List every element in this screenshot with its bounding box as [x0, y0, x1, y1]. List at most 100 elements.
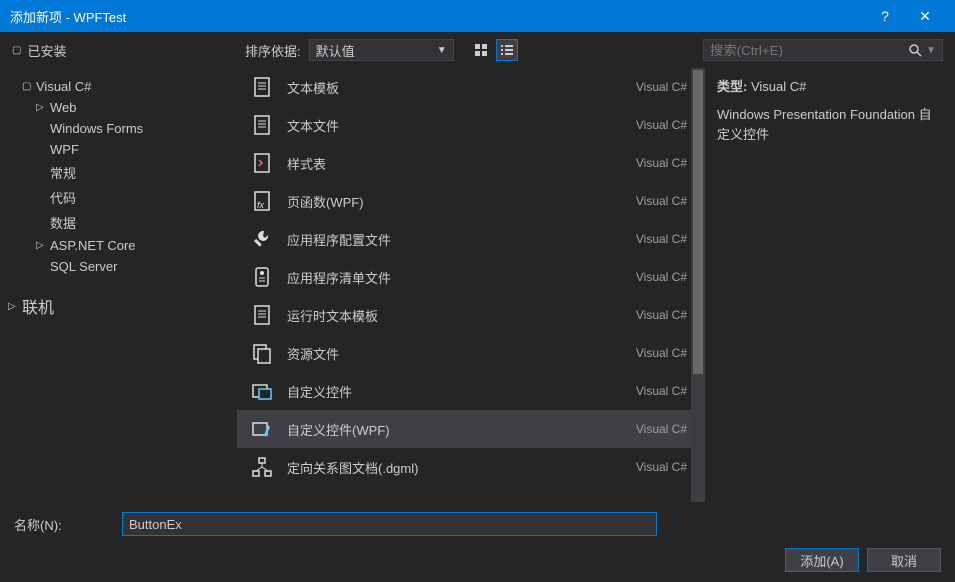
name-input[interactable]: [122, 512, 657, 536]
template-item[interactable]: 样式表 Visual C#: [237, 144, 699, 182]
tree-item[interactable]: 数据: [8, 210, 229, 235]
template-language: Visual C#: [636, 422, 687, 436]
template-item[interactable]: 自定义控件 Visual C#: [237, 372, 699, 410]
online-heading[interactable]: ▷ 联机: [8, 291, 229, 321]
tree-item[interactable]: 代码: [8, 185, 229, 210]
template-language: Visual C#: [636, 270, 687, 284]
search-input[interactable]: [710, 43, 908, 58]
tree-label: Web: [50, 100, 77, 115]
search-box[interactable]: ▼: [703, 39, 943, 61]
online-label: 联机: [22, 294, 54, 318]
template-name: 文本文件: [287, 116, 624, 135]
template-item[interactable]: 运行时文本模板 Visual C#: [237, 296, 699, 334]
installed-label: 已安装: [27, 41, 66, 60]
template-language: Visual C#: [636, 346, 687, 360]
template-item[interactable]: 应用程序配置文件 Visual C#: [237, 220, 699, 258]
template-item[interactable]: 资源文件Visual C#: [237, 334, 699, 372]
template-item[interactable]: fx页函数(WPF)Visual C#: [237, 182, 699, 220]
installed-heading[interactable]: ▢ 已安装: [12, 41, 237, 60]
fx-icon: fx: [249, 188, 275, 214]
custom-icon: [249, 378, 275, 404]
copy-icon: [249, 340, 275, 366]
template-name: 应用程序清单文件: [287, 268, 624, 287]
scrollbar[interactable]: [691, 68, 705, 502]
add-button[interactable]: 添加(A): [785, 548, 859, 572]
template-language: Visual C#: [636, 80, 687, 94]
template-language: Visual C#: [636, 156, 687, 170]
template-name: 文本模板: [287, 78, 624, 97]
grid-icon: [474, 43, 488, 57]
template-item[interactable]: 文本文件 Visual C#: [237, 106, 699, 144]
tree-item[interactable]: ▷ASP.NET Core: [8, 235, 229, 256]
help-button[interactable]: ?: [865, 8, 905, 24]
sort-dropdown[interactable]: 默认值 ▼: [309, 39, 454, 61]
template-item[interactable]: 自定义控件(WPF)Visual C#: [237, 410, 699, 448]
template-name: 应用程序配置文件: [287, 230, 624, 249]
template-item[interactable]: 定向关系图文档(.dgml) Visual C#: [237, 448, 699, 486]
doc-icon: [249, 112, 275, 138]
bottom-bar: 名称(N): 添加(A) 取消: [0, 502, 955, 582]
titlebar: 添加新项 - WPFTest ? ✕: [0, 0, 955, 32]
tree-item[interactable]: ▢Visual C#: [8, 76, 229, 97]
grid-view-button[interactable]: [470, 39, 492, 61]
manifest-icon: [249, 264, 275, 290]
svg-text:fx: fx: [257, 200, 265, 210]
graph-icon: [249, 454, 275, 480]
list-view-button[interactable]: [496, 39, 518, 61]
template-name: 运行时文本模板: [287, 306, 624, 325]
header-row: ▢ 已安装 排序依据: 默认值 ▼: [0, 32, 955, 68]
scroll-thumb[interactable]: [693, 70, 703, 374]
tree-label: Windows Forms: [50, 121, 143, 136]
view-toggle: [470, 39, 518, 61]
template-language: Visual C#: [636, 232, 687, 246]
preview-pane: 类型: Visual C# Windows Presentation Found…: [705, 68, 955, 502]
template-pane: 文本模板 Visual C# 文本文件 Visual C# 样式表 Visual C# fx…: [237, 68, 705, 502]
window-title: 添加新项 - WPFTest: [10, 7, 865, 26]
template-name: 样式表: [287, 154, 624, 173]
chevron-down-icon: ▢: [22, 81, 36, 92]
close-button[interactable]: ✕: [905, 8, 945, 25]
tree-label: ASP.NET Core: [50, 238, 136, 253]
tree-item[interactable]: 常规: [8, 160, 229, 185]
type-line: 类型: Visual C#: [717, 76, 943, 95]
sort-value: 默认值: [316, 41, 355, 60]
doc-icon: [249, 302, 275, 328]
chevron-down-icon: ▢: [12, 45, 21, 56]
sort-label: 排序依据:: [245, 41, 301, 60]
tree-label: WPF: [50, 142, 79, 157]
type-label: 类型:: [717, 79, 747, 94]
content-area: ▢Visual C#▷WebWindows FormsWPF常规代码数据▷ASP…: [0, 68, 955, 502]
template-language: Visual C#: [636, 308, 687, 322]
chevron-down-icon: ▼: [437, 45, 447, 56]
category-tree: ▢Visual C#▷WebWindows FormsWPF常规代码数据▷ASP…: [0, 68, 237, 502]
tree-item[interactable]: Windows Forms: [8, 118, 229, 139]
tree-label: 常规: [50, 163, 76, 182]
template-name: 自定义控件: [287, 382, 624, 401]
doc-icon: [249, 74, 275, 100]
customwpf-icon: [249, 416, 275, 442]
tree-item[interactable]: WPF: [8, 139, 229, 160]
name-label: 名称(N):: [14, 515, 114, 534]
template-language: Visual C#: [636, 384, 687, 398]
type-value: Visual C#: [751, 79, 806, 94]
button-row: 添加(A) 取消: [14, 548, 941, 572]
template-language: Visual C#: [636, 118, 687, 132]
tree-label: Visual C#: [36, 79, 91, 94]
template-name: 定向关系图文档(.dgml): [287, 458, 624, 477]
template-item[interactable]: 文本模板 Visual C#: [237, 68, 699, 106]
cancel-button[interactable]: 取消: [867, 548, 941, 572]
tree-label: 数据: [50, 213, 76, 232]
wrench-icon: [249, 226, 275, 252]
search-dropdown-icon[interactable]: ▼: [926, 45, 936, 56]
list-icon: [500, 43, 514, 57]
search-icon: [908, 43, 922, 57]
dialog-body: ▢ 已安装 排序依据: 默认值 ▼: [0, 32, 955, 582]
tree-item[interactable]: SQL Server: [8, 256, 229, 277]
style-icon: [249, 150, 275, 176]
name-row: 名称(N):: [14, 512, 941, 536]
template-language: Visual C#: [636, 460, 687, 474]
template-item[interactable]: 应用程序清单文件 Visual C#: [237, 258, 699, 296]
dialog-window: 添加新项 - WPFTest ? ✕ ▢ 已安装 排序依据: 默认值 ▼: [0, 0, 955, 582]
tree-label: 代码: [50, 188, 76, 207]
tree-item[interactable]: ▷Web: [8, 97, 229, 118]
